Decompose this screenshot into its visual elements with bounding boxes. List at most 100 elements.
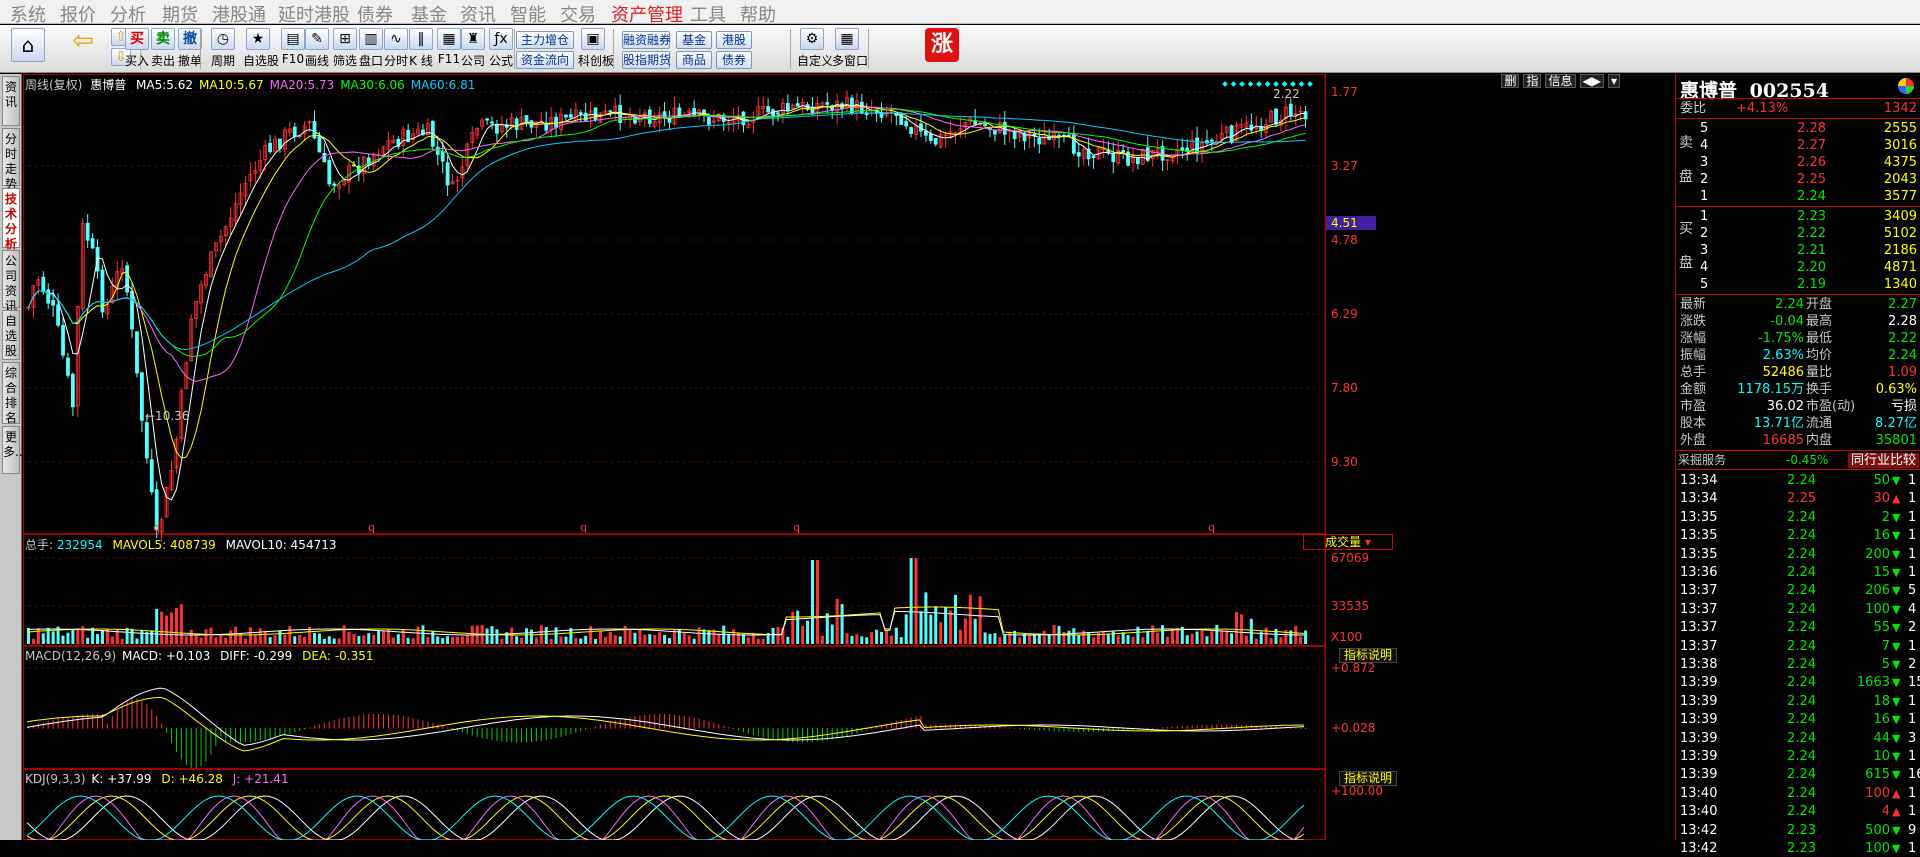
macd-bar (225, 728, 227, 743)
buy-price[interactable]: 2.22 (1776, 225, 1826, 242)
volume-bar (27, 627, 30, 644)
sidebar-tab-3[interactable]: 公司资讯 (2, 250, 20, 313)
menu-item-6[interactable]: 债券 (357, 1, 393, 27)
candle-body (1037, 138, 1042, 145)
sell-price[interactable]: 2.25 (1776, 171, 1826, 188)
kdj-help-button[interactable]: 指标说明 (1339, 771, 1397, 786)
kline-top-button-2[interactable]: 信息 (1545, 74, 1576, 88)
tick-row-6: 13:37 2.24 206 ▼ 5 (1676, 582, 1920, 599)
toolbar-pill-7[interactable]: 债券 (716, 51, 752, 69)
candle-body (785, 103, 790, 111)
volume-bar (31, 638, 35, 644)
ma-legend-label-1: MA10: (199, 78, 237, 92)
sell-level-1: 4 2.27 3016 (1676, 137, 1920, 154)
tick-row-8: 13:37 2.24 55 ▼ 2 (1676, 619, 1920, 636)
menu-item-8[interactable]: 资讯 (460, 1, 496, 27)
toolbar-icon-9: ∿ (384, 28, 408, 50)
toolbar-button-10[interactable]: ‖ K 线 (406, 28, 436, 70)
menu-item-12[interactable]: 工具 (690, 1, 726, 27)
zhang-button[interactable]: 涨 (924, 28, 960, 70)
toolbar-pill-6[interactable]: 港股 (716, 31, 752, 49)
sell-price[interactable]: 2.28 (1776, 120, 1826, 137)
volume-bar (406, 637, 410, 644)
sidebar-tab-4[interactable]: 自选股 (2, 310, 20, 360)
volume-bar (934, 606, 938, 644)
macd-bar (62, 717, 64, 729)
toolbar-button-3[interactable]: ◷ 周期 (208, 28, 238, 70)
sidebar-tab-0[interactable]: 资讯 (2, 76, 20, 126)
volume-bar (263, 630, 267, 644)
menu-item-4[interactable]: 港股通 (212, 1, 266, 27)
toolbar-button-16[interactable]: ▦ 多窗口 (832, 28, 868, 70)
sell-price[interactable]: 2.24 (1776, 188, 1826, 205)
sidebar-tab-1[interactable]: 分时走势 (2, 128, 20, 191)
menu-item-9[interactable]: 智能 (510, 1, 546, 27)
kline-top-button-4[interactable]: ▾ (1607, 74, 1620, 88)
volume-bar (495, 629, 499, 644)
sidebar-tab-5[interactable]: 综合排名 (2, 362, 20, 425)
volume-selector[interactable]: 成交量 ▾ (1303, 534, 1393, 550)
toolbar-button-6[interactable]: ✎ 画线 (302, 28, 332, 70)
volume-bar (988, 633, 992, 644)
macd-bar (269, 728, 271, 739)
menu-item-5[interactable]: 延时港股 (278, 1, 350, 27)
kline-chart-svg[interactable]: 1.77 3.27 4.78 6.29 7.80 9.30 4.51 ←10.36 2.22 q q… (23, 74, 1675, 840)
menu-item-13[interactable]: 帮助 (740, 1, 776, 27)
tick-row-10: 13:38 2.24 5 ▼ 2 (1676, 656, 1920, 673)
up-arrow-icon: ▲ (1892, 492, 1901, 506)
buy-price[interactable]: 2.21 (1776, 242, 1826, 259)
macd-bar (1043, 728, 1045, 731)
menu-item-7[interactable]: 基金 (411, 1, 447, 27)
toolbar-button-1[interactable]: 卖卖出 (148, 28, 178, 70)
home-button[interactable]: ⌂ (8, 28, 48, 70)
volume-bar (865, 637, 869, 644)
tick-count: 15 (1908, 675, 1920, 691)
tick-volume: 615 (1865, 767, 1890, 783)
kline-top-button-3[interactable]: ◀▶ (1579, 74, 1604, 88)
tick-volume: 15 (1873, 565, 1890, 580)
toolbar-button-13[interactable]: ƒx 公式 (486, 28, 516, 70)
compare-button[interactable]: 同行业比较 (1847, 453, 1919, 468)
color-wheel-icon[interactable] (1898, 78, 1914, 94)
menu-item-10[interactable]: 交易 (560, 1, 596, 27)
tick-count: 4 (1908, 601, 1917, 617)
menu-item-11[interactable]: 资产管理 (611, 1, 683, 27)
macd-bar (718, 724, 720, 729)
down-arrow-icon: ▼ (1892, 731, 1901, 745)
toolbar-button-14[interactable]: ▣ 科创板 (578, 28, 614, 70)
sell-price[interactable]: 2.27 (1776, 137, 1826, 154)
toolbar-button-4[interactable]: ★ 自选股 (243, 28, 279, 70)
buy-price[interactable]: 2.23 (1776, 208, 1826, 225)
kline-top-button-1[interactable]: 指 (1523, 74, 1542, 88)
volume-bar (1225, 630, 1229, 644)
sidebar-tab-6[interactable]: 更多... (2, 426, 26, 474)
buy-volume: 1340 (1883, 277, 1917, 292)
kline-top-button-0[interactable]: 删 (1501, 74, 1520, 88)
sell-volume: 4375 (1883, 155, 1917, 170)
macd-help-button[interactable]: 指标说明 (1339, 648, 1397, 663)
volume-bar (983, 632, 987, 644)
stat-value: 36.02 (1766, 399, 1804, 414)
volume-bar (352, 633, 356, 644)
back-button[interactable]: ⇦ (68, 28, 98, 70)
toolbar-button-15[interactable]: ⚙ 自定义 (797, 28, 833, 70)
toolbar-pill-4[interactable]: 基金 (676, 31, 712, 49)
menu-item-2[interactable]: 分析 (110, 1, 146, 27)
menu-item-3[interactable]: 期货 (162, 1, 198, 27)
toolbar-pill-5[interactable]: 商品 (676, 51, 712, 69)
volume-bar (815, 560, 819, 644)
toolbar-pill-3[interactable]: 股指期货 (622, 51, 671, 69)
tick-row-20: 13:42 2.23 100 ▼ 1 (1676, 840, 1920, 857)
sell-price[interactable]: 2.26 (1776, 154, 1826, 171)
buy-price[interactable]: 2.19 (1776, 276, 1826, 293)
toolbar-pill-2[interactable]: 融资融券 (622, 31, 671, 49)
chart-area[interactable]: 1.77 3.27 4.78 6.29 7.80 9.30 4.51 ←10.36 2.22 q q… (23, 74, 1675, 840)
menu-item-1[interactable]: 报价 (60, 1, 96, 27)
toolbar-pill-1[interactable]: 资金流向 (516, 51, 574, 69)
sidebar-tab-2[interactable]: 技术分析 (2, 188, 20, 251)
menu-item-0[interactable]: 系统 (10, 1, 46, 27)
toolbar-button-12[interactable]: ♜ 公司 (458, 28, 488, 70)
tick-price: 2.25 (1787, 491, 1816, 507)
buy-price[interactable]: 2.20 (1776, 259, 1826, 276)
toolbar-pill-0[interactable]: 主力增仓 (516, 31, 574, 49)
